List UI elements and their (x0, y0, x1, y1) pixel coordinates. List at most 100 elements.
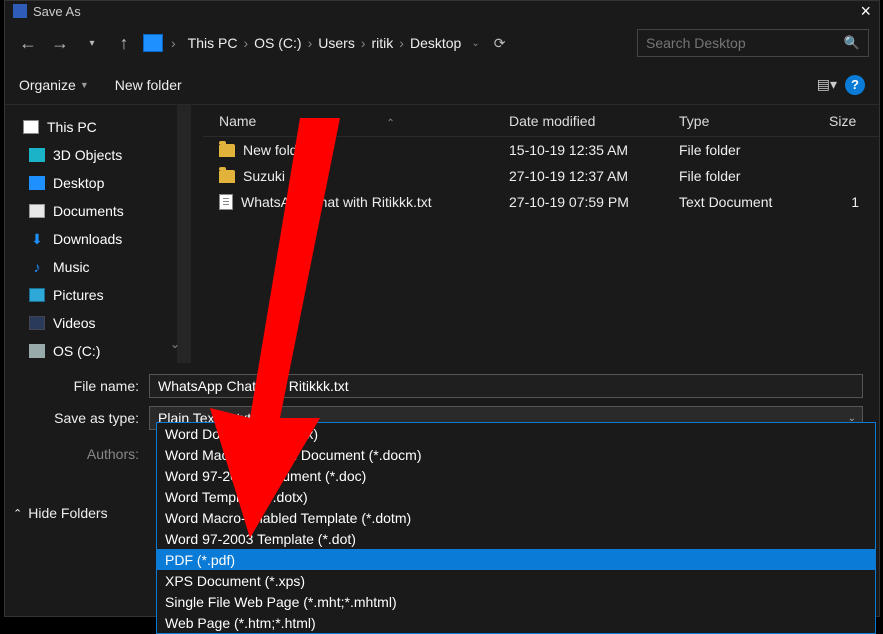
sidebar-item-downloads[interactable]: ⬇ Downloads (5, 225, 191, 253)
file-type: File folder (673, 168, 823, 184)
downloads-icon: ⬇ (29, 232, 45, 246)
col-size: Size (823, 113, 879, 129)
file-list-area: Name⌃ Date modified Type Size New folder… (203, 105, 879, 363)
type-option[interactable]: Word Macro-Enabled Template (*.dotm) (157, 507, 875, 528)
sidebar-item-label: Music (53, 259, 90, 275)
table-row[interactable]: New folder 15-10-19 12:35 AMFile folder (203, 137, 879, 163)
titlebar: Save As × (5, 1, 879, 21)
column-headers[interactable]: Name⌃ Date modified Type Size (203, 105, 879, 137)
type-option[interactable]: Web Page (*.htm;*.html) (157, 612, 875, 633)
col-name: Name⌃ (203, 113, 503, 129)
sidebar-item-label: Desktop (53, 175, 104, 191)
file-name: WhatsApp Chat with Ritikkk.txt (241, 194, 432, 210)
videos-icon (29, 316, 45, 330)
view-options-icon[interactable]: ▤▾ (817, 76, 837, 93)
file-type: Text Document (673, 194, 823, 210)
type-option[interactable]: XPS Document (*.xps) (157, 570, 875, 591)
window-title: Save As (33, 4, 81, 19)
breadcrumb-item[interactable]: Users (314, 35, 359, 51)
sidebar: This PC 3D Objects Desktop Documents ⬇ Downlo… (5, 105, 191, 363)
file-date: 27-10-19 12:37 AM (503, 168, 673, 184)
breadcrumb-item[interactable]: This PC (184, 35, 242, 51)
sidebar-item-label: 3D Objects (53, 147, 122, 163)
search-icon[interactable]: 🔍 (844, 35, 860, 51)
sidebar-item-3d-objects[interactable]: 3D Objects (5, 141, 191, 169)
folder-icon (219, 170, 235, 183)
file-date: 27-10-19 07:59 PM (503, 194, 673, 210)
sort-indicator-icon: ⌃ (386, 118, 394, 129)
file-date: 15-10-19 12:35 AM (503, 142, 673, 158)
save-as-dialog: Save As × ← → ▾ ↑ › This PC›OS (C:)›User… (4, 0, 880, 617)
music-icon: ♪ (29, 260, 45, 274)
refresh-button[interactable]: ⟳ (494, 35, 506, 52)
file-name: Suzuki (243, 168, 285, 184)
hide-folders-button[interactable]: ⌃ Hide Folders (13, 505, 108, 521)
sidebar-item-label: Documents (53, 203, 124, 219)
sidebar-item-this-pc[interactable]: This PC (5, 113, 191, 141)
sidebar-item-videos[interactable]: Videos (5, 309, 191, 337)
search-input[interactable] (646, 35, 844, 51)
breadcrumb-dropdown-icon[interactable]: ⌄ (471, 38, 479, 49)
location-icon (143, 34, 163, 52)
breadcrumb[interactable]: This PC›OS (C:)›Users›ritik›Desktop (184, 35, 466, 51)
3d-objects-icon (29, 148, 45, 162)
type-option[interactable]: Word 97-2003 Template (*.dot) (157, 528, 875, 549)
forward-button[interactable]: → (47, 30, 73, 56)
sidebar-item-label: OS (C:) (53, 343, 100, 359)
filename-label: File name: (21, 378, 149, 394)
sidebar-item-label: Pictures (53, 287, 104, 303)
sidebar-item-desktop[interactable]: Desktop (5, 169, 191, 197)
sidebar-expand-icon[interactable]: ⌄ (170, 337, 180, 351)
sidebar-item-os-c[interactable]: OS (C:) (5, 337, 191, 365)
search-box[interactable]: 🔍 (637, 29, 869, 57)
chevron-right-icon: › (169, 35, 178, 51)
toolbar: Organize▼ New folder ▤▾ ? (5, 65, 879, 105)
file-name: New folder (243, 142, 310, 158)
chevron-up-icon: ⌃ (13, 507, 22, 520)
sidebar-scrollbar[interactable] (177, 105, 191, 363)
desktop-icon (29, 176, 45, 190)
type-option[interactable]: Single File Web Page (*.mht;*.mhtml) (157, 591, 875, 612)
breadcrumb-item[interactable]: Desktop (406, 35, 465, 51)
folder-icon (219, 144, 235, 157)
close-icon[interactable]: × (860, 4, 871, 18)
new-folder-button[interactable]: New folder (115, 77, 182, 93)
filename-input[interactable] (149, 374, 863, 398)
type-option[interactable]: Word 97-2003 Document (*.doc) (157, 465, 875, 486)
breadcrumb-item[interactable]: ritik (368, 35, 398, 51)
splitter[interactable] (191, 105, 203, 363)
sidebar-item-music[interactable]: ♪ Music (5, 253, 191, 281)
save-as-type-label: Save as type: (21, 410, 149, 426)
app-icon (13, 4, 27, 18)
os-c-icon (29, 344, 45, 358)
help-button[interactable]: ? (845, 75, 865, 95)
col-type: Type (673, 113, 823, 129)
type-option[interactable]: Word Template (*.dotx) (157, 486, 875, 507)
main-area: This PC 3D Objects Desktop Documents ⬇ Downlo… (5, 105, 879, 363)
type-option[interactable]: PDF (*.pdf) (157, 549, 875, 570)
file-size: 1 (823, 194, 879, 210)
save-as-type-dropdown[interactable]: Word Document (*.docx)Word Macro-Enabled… (156, 422, 876, 634)
sidebar-item-label: This PC (47, 119, 97, 135)
recent-locations-button[interactable]: ▾ (79, 30, 105, 56)
sidebar-item-documents[interactable]: Documents (5, 197, 191, 225)
file-icon (219, 194, 233, 210)
up-button[interactable]: ↑ (111, 30, 137, 56)
breadcrumb-item[interactable]: OS (C:) (250, 35, 305, 51)
sidebar-item-label: Videos (53, 315, 96, 331)
table-row[interactable]: Suzuki 27-10-19 12:37 AMFile folder (203, 163, 879, 189)
type-option[interactable]: Word Macro-Enabled Document (*.docm) (157, 444, 875, 465)
chevron-right-icon: › (359, 35, 368, 51)
pictures-icon (29, 288, 45, 302)
table-row[interactable]: WhatsApp Chat with Ritikkk.txt 27-10-19 0… (203, 189, 879, 215)
organize-button[interactable]: Organize▼ (19, 77, 89, 93)
chevron-right-icon: › (241, 35, 250, 51)
chevron-right-icon: › (306, 35, 315, 51)
authors-label: Authors: (21, 446, 149, 462)
file-type: File folder (673, 142, 823, 158)
back-button[interactable]: ← (15, 30, 41, 56)
col-date: Date modified (503, 113, 673, 129)
sidebar-item-pictures[interactable]: Pictures (5, 281, 191, 309)
type-option[interactable]: Word Document (*.docx) (157, 423, 875, 444)
sidebar-item-label: Downloads (53, 231, 122, 247)
